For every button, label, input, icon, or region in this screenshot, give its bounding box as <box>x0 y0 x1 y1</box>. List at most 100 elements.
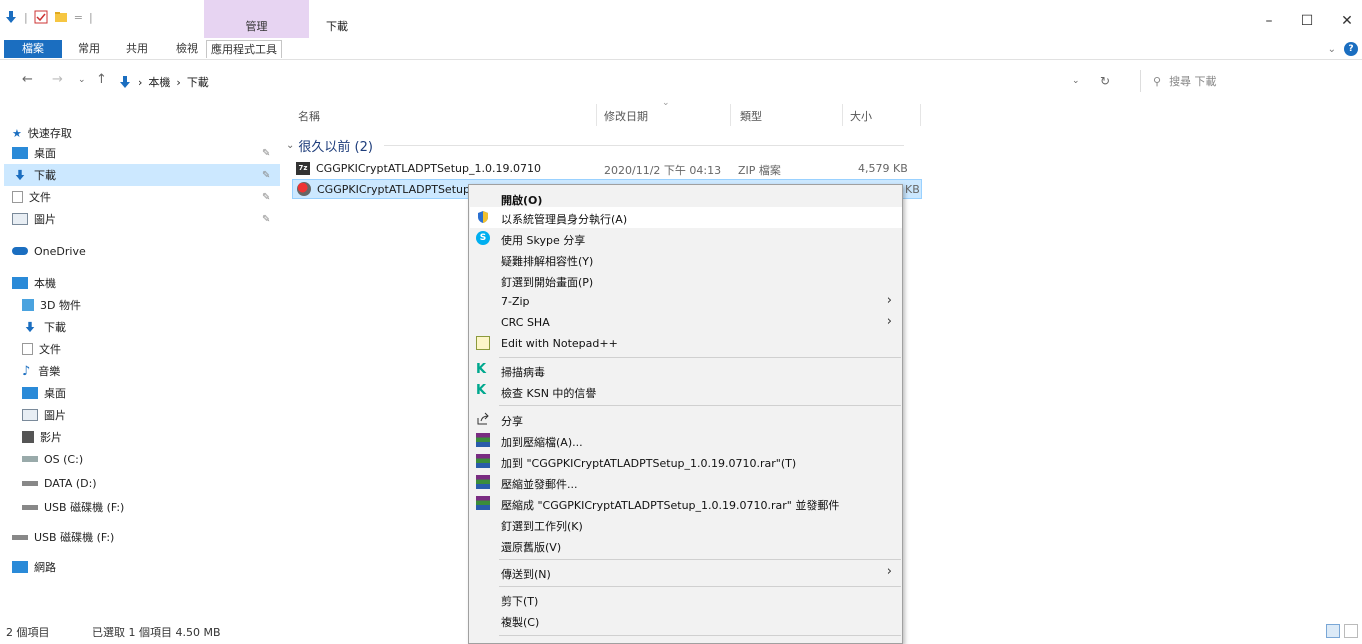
sidebar-item-pictures[interactable]: 圖片 <box>12 208 56 230</box>
sidebar-item-downloads[interactable]: 下載 <box>4 164 280 186</box>
sidebar-item-pc-downloads[interactable]: 下載 <box>22 316 66 338</box>
menu-item-pin-taskbar[interactable]: 釘選到工作列(K) <box>470 514 902 535</box>
menu-item-notepadpp[interactable]: Edit with Notepad++ <box>470 333 902 354</box>
menu-item-add-archive[interactable]: 加到壓縮檔(A)... <box>470 430 902 451</box>
menu-item-run-as-admin[interactable]: 以系統管理員身分執行(A) <box>470 207 902 228</box>
documents-icon <box>22 343 33 355</box>
close-button[interactable]: ✕ <box>1332 10 1362 32</box>
sidebar-item-pc-pictures[interactable]: 圖片 <box>22 404 66 426</box>
breadcrumb-downloads[interactable]: 下載 <box>187 74 209 90</box>
menu-item-skype-share[interactable]: S 使用 Skype 分享 <box>470 228 902 249</box>
sidebar-item-drive-d[interactable]: DATA (D:) <box>22 472 97 494</box>
menu-item-scan-virus[interactable]: K 掃描病毒 <box>470 360 902 381</box>
properties-check-icon[interactable] <box>34 10 48 24</box>
sidebar-item-desktop[interactable]: 桌面 <box>12 142 56 164</box>
file-row[interactable]: 7z CGGPKICryptATLADPTSetup_1.0.19.0710 2… <box>292 159 922 179</box>
menu-item-open[interactable]: 開啟(O) <box>470 188 902 209</box>
pin-icon[interactable]: ✎ <box>262 170 270 181</box>
breadcrumb-separator-icon: › <box>176 75 181 89</box>
menu-item-label: 掃描病毒 <box>501 366 545 379</box>
sidebar-item-usb-f[interactable]: USB 磁碟機 (F:) <box>22 496 124 518</box>
sidebar-item-pc-documents[interactable]: 文件 <box>22 338 61 360</box>
sidebar-item-label: 圖片 <box>44 409 66 422</box>
sidebar-item-pc-desktop[interactable]: 桌面 <box>22 382 66 404</box>
menu-item-label: 使用 Skype 分享 <box>501 234 586 247</box>
address-dropdown-icon[interactable]: ⌄ <box>1072 76 1080 86</box>
manage-context-tab[interactable]: 管理 <box>204 0 309 42</box>
share-icon <box>477 412 489 425</box>
sidebar-item-label: 文件 <box>39 343 61 356</box>
search-input[interactable]: ⚲ 搜尋 下載 <box>1140 70 1360 92</box>
winrar-icon <box>476 475 490 489</box>
menu-item-label: 加到 "CGGPKICryptATLADPTSetup_1.0.19.0710.… <box>501 457 797 470</box>
menu-item-restore-versions[interactable]: 還原舊版(V) <box>470 535 902 556</box>
minimize-button[interactable]: – <box>1254 10 1284 32</box>
help-icon[interactable]: ? <box>1344 42 1358 56</box>
sidebar-item-music[interactable]: ♪ 音樂 <box>22 360 60 382</box>
column-header-name[interactable]: 名稱 <box>298 108 320 124</box>
maximize-button[interactable]: ☐ <box>1292 10 1322 32</box>
quick-access-toolbar: | = | <box>4 10 93 24</box>
menu-item-share[interactable]: 分享 <box>470 409 902 430</box>
sidebar-item-label: 下載 <box>34 169 56 182</box>
7zip-archive-icon: 7z <box>296 162 310 175</box>
refresh-icon[interactable]: ↻ <box>1100 74 1110 88</box>
menu-item-ksn-check[interactable]: K 檢查 KSN 中的信譽 <box>470 381 902 402</box>
menu-item-send-to[interactable]: 傳送到(N) › <box>470 562 902 583</box>
tab-application-tools[interactable]: 應用程式工具 <box>206 40 282 58</box>
menu-item-cut[interactable]: 剪下(T) <box>470 589 902 610</box>
tab-home[interactable]: 常用 <box>74 40 104 58</box>
recent-locations-chevron-icon[interactable]: ⌄ <box>78 75 86 85</box>
tab-file[interactable]: 檔案 <box>4 40 62 58</box>
tab-view[interactable]: 檢視 <box>172 40 202 58</box>
breadcrumb[interactable]: › 本機 › 下載 <box>118 74 209 90</box>
column-header-date[interactable]: 修改日期 <box>604 108 648 124</box>
tab-share[interactable]: 共用 <box>122 40 152 58</box>
sidebar-item-3d-objects[interactable]: 3D 物件 <box>22 294 81 316</box>
customize-qat-icon[interactable]: = <box>74 11 83 24</box>
downloads-folder-icon <box>120 76 130 88</box>
pin-icon[interactable]: ✎ <box>262 192 270 203</box>
sidebar-item-this-pc[interactable]: 本機 <box>12 272 56 294</box>
group-header[interactable]: ⌄ 很久以前 (2) <box>286 136 373 155</box>
submenu-arrow-icon: › <box>886 293 892 308</box>
menu-item-pin-start[interactable]: 釘選到開始畫面(P) <box>470 270 902 291</box>
details-view-icon[interactable] <box>1326 624 1340 638</box>
menu-item-compress-rar-email[interactable]: 壓縮成 "CGGPKICryptATLADPTSetup_1.0.19.0710… <box>470 493 902 514</box>
sidebar-item-usb-drive[interactable]: USB 磁碟機 (F:) <box>12 526 114 548</box>
sidebar-item-documents[interactable]: 文件 <box>12 186 51 208</box>
menu-item-label: 以系統管理員身分執行(A) <box>501 213 628 226</box>
forward-arrow-icon[interactable]: → <box>52 72 63 87</box>
expand-ribbon-icon[interactable]: ⌄ <box>1328 44 1336 55</box>
sidebar-item-drive-c[interactable]: OS (C:) <box>22 448 83 470</box>
pin-icon[interactable]: ✎ <box>262 148 270 159</box>
desktop-icon <box>22 387 38 399</box>
menu-item-7zip[interactable]: 7-Zip › <box>470 291 902 312</box>
sidebar-item-onedrive[interactable]: OneDrive <box>12 240 86 262</box>
menu-item-label: 7-Zip <box>501 295 530 308</box>
up-arrow-icon[interactable]: ↑ <box>96 72 107 87</box>
breadcrumb-this-pc[interactable]: 本機 <box>148 74 170 90</box>
column-header-type[interactable]: 類型 <box>740 108 762 124</box>
sort-chevron-icon: ⌄ <box>662 98 670 108</box>
music-note-icon: ♪ <box>22 363 31 379</box>
menu-item-compress-email[interactable]: 壓縮並發郵件... <box>470 472 902 493</box>
installer-icon <box>297 182 311 196</box>
sidebar-item-videos[interactable]: 影片 <box>22 426 62 448</box>
sidebar-item-network[interactable]: 網路 <box>12 556 56 578</box>
pin-icon[interactable]: ✎ <box>262 214 270 225</box>
large-icons-view-icon[interactable] <box>1344 624 1358 638</box>
back-arrow-icon[interactable]: ← <box>22 72 33 87</box>
file-date: 2020/11/2 下午 04:13 <box>604 164 722 177</box>
new-folder-icon[interactable] <box>54 10 68 24</box>
menu-item-add-rar[interactable]: 加到 "CGGPKICryptATLADPTSetup_1.0.19.0710.… <box>470 451 902 472</box>
kaspersky-icon: K <box>476 362 487 377</box>
column-header-size[interactable]: 大小 <box>850 108 872 124</box>
breadcrumb-separator-icon: › <box>138 75 143 89</box>
column-divider <box>730 104 731 126</box>
sidebar-item-quick-access[interactable]: ★ 快速存取 <box>12 122 72 144</box>
menu-item-crc-sha[interactable]: CRC SHA › <box>470 312 902 333</box>
sidebar-item-label: OneDrive <box>34 244 86 258</box>
menu-item-troubleshoot[interactable]: 疑難排解相容性(Y) <box>470 249 902 270</box>
column-divider <box>920 104 921 126</box>
